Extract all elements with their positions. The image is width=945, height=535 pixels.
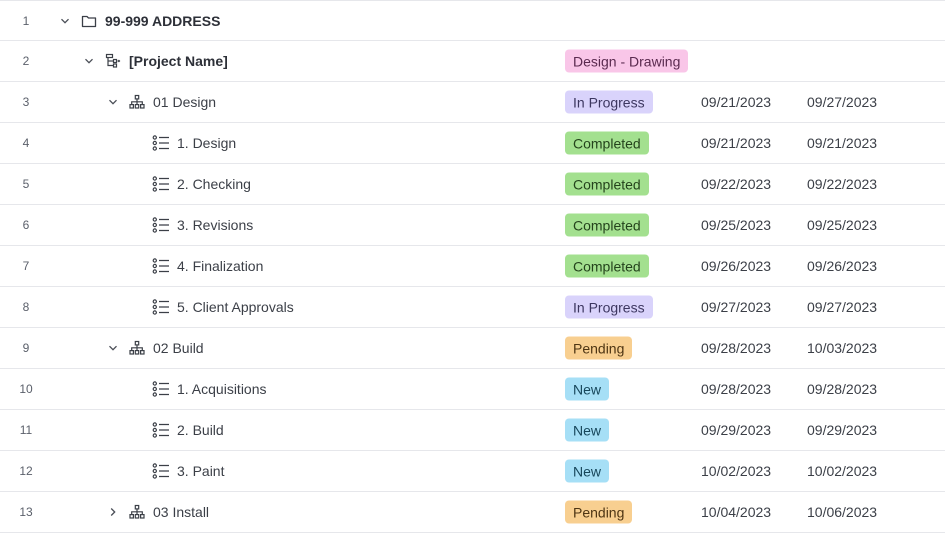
table-row[interactable]: 5 2. Checking Completed 09/22/2023 09/22…	[0, 164, 945, 205]
start-date[interactable]: 09/28/2023	[701, 369, 771, 409]
row-label[interactable]: 03 Install	[153, 492, 209, 532]
end-date[interactable]: 09/26/2023	[807, 246, 877, 286]
row-number: 13	[19, 505, 33, 519]
table-row[interactable]: 12 3. Paint New 10/02/2023 10/02/2023	[0, 451, 945, 492]
row-label[interactable]: 2. Checking	[177, 164, 251, 204]
start-date[interactable]: 09/27/2023	[701, 287, 771, 327]
row-label[interactable]: 2. Build	[177, 410, 224, 450]
row-label[interactable]: 1. Design	[177, 123, 236, 163]
start-date[interactable]: 09/22/2023	[701, 164, 771, 204]
row-label[interactable]: 5. Client Approvals	[177, 287, 294, 327]
status-badge[interactable]: Completed	[565, 172, 649, 196]
table-row[interactable]: 11 2. Build New 09/29/2023 09/29/2023	[0, 410, 945, 451]
status-badge[interactable]: Completed	[565, 213, 649, 237]
chevron-right-icon[interactable]	[106, 492, 120, 532]
start-date[interactable]: 09/26/2023	[701, 246, 771, 286]
row-number: 12	[19, 464, 33, 478]
chevron-down-icon[interactable]	[106, 328, 120, 368]
end-date[interactable]: 09/22/2023	[807, 164, 877, 204]
row-number: 1	[22, 13, 30, 28]
start-date[interactable]: 09/28/2023	[701, 328, 771, 368]
status-badge[interactable]: In Progress	[565, 90, 653, 114]
row-label[interactable]: 01 Design	[153, 82, 216, 122]
table-row[interactable]: 8 5. Client Approvals In Progress 09/27/…	[0, 287, 945, 328]
row-label[interactable]: 99-999 ADDRESS	[105, 1, 220, 40]
status-badge[interactable]: Design - Drawing	[565, 49, 689, 73]
row-label[interactable]: 4. Finalization	[177, 246, 263, 286]
row-number: 5	[22, 177, 30, 191]
row-number: 4	[22, 136, 30, 150]
table-row[interactable]: 10 1. Acquisitions New 09/28/2023 09/28/…	[0, 369, 945, 410]
end-date[interactable]: 09/27/2023	[807, 287, 877, 327]
table-row[interactable]: 9 02 Build Pending 09/28/2023 10/03/2023	[0, 328, 945, 369]
end-date[interactable]: 09/25/2023	[807, 205, 877, 245]
chevron-down-icon[interactable]	[82, 41, 96, 81]
status-badge[interactable]: New	[565, 377, 610, 401]
status-badge[interactable]: In Progress	[565, 295, 653, 319]
start-date[interactable]: 09/29/2023	[701, 410, 771, 450]
table-row[interactable]: 6 3. Revisions Completed 09/25/2023 09/2…	[0, 205, 945, 246]
row-number: 3	[22, 95, 30, 109]
table-row[interactable]: 13 03 Install Pending 10/04/2023 10/06/2…	[0, 492, 945, 533]
task-list-icon	[152, 287, 170, 327]
status-badge[interactable]: Pending	[565, 336, 633, 360]
start-date[interactable]: 09/25/2023	[701, 205, 771, 245]
task-list-icon	[152, 123, 170, 163]
hierarchy-icon	[128, 328, 146, 368]
table-row[interactable]: 3 01 Design In Progress 09/21/2023 09/27…	[0, 82, 945, 123]
task-list-icon	[152, 369, 170, 409]
start-date[interactable]: 09/21/2023	[701, 123, 771, 163]
row-number: 7	[22, 259, 30, 273]
status-badge[interactable]: New	[565, 418, 610, 442]
row-label[interactable]: [Project Name]	[129, 41, 228, 81]
start-date[interactable]: 10/04/2023	[701, 492, 771, 532]
status-badge[interactable]: Pending	[565, 500, 633, 524]
task-list-icon	[152, 451, 170, 491]
end-date[interactable]: 10/02/2023	[807, 451, 877, 491]
status-badge[interactable]: Completed	[565, 131, 649, 155]
end-date[interactable]: 09/28/2023	[807, 369, 877, 409]
chevron-down-icon[interactable]	[58, 1, 72, 40]
row-label[interactable]: 1. Acquisitions	[177, 369, 267, 409]
row-number: 2	[22, 54, 30, 68]
task-list-icon	[152, 205, 170, 245]
row-label[interactable]: 3. Revisions	[177, 205, 253, 245]
row-number: 9	[22, 341, 30, 355]
end-date[interactable]: 09/27/2023	[807, 82, 877, 122]
task-list-icon	[152, 164, 170, 204]
row-number: 8	[22, 300, 30, 314]
status-badge[interactable]: New	[565, 459, 610, 483]
row-label[interactable]: 3. Paint	[177, 451, 224, 491]
start-date[interactable]: 09/21/2023	[701, 82, 771, 122]
end-date[interactable]: 09/29/2023	[807, 410, 877, 450]
table-row[interactable]: 4 1. Design Completed 09/21/2023 09/21/2…	[0, 123, 945, 164]
row-number: 6	[22, 218, 30, 232]
end-date[interactable]: 10/03/2023	[807, 328, 877, 368]
hierarchy-icon	[128, 492, 146, 532]
table-row[interactable]: 2 [Project Name] Design - Drawing	[0, 41, 945, 82]
folder-icon	[80, 1, 98, 40]
row-number: 10	[19, 382, 33, 396]
table-row[interactable]: 1 99-999 ADDRESS	[0, 0, 945, 41]
task-list-icon	[152, 410, 170, 450]
row-number: 11	[19, 423, 33, 437]
project-icon	[104, 41, 122, 81]
table-row[interactable]: 7 4. Finalization Completed 09/26/2023 0…	[0, 246, 945, 287]
end-date[interactable]: 09/21/2023	[807, 123, 877, 163]
hierarchy-icon	[128, 82, 146, 122]
row-label[interactable]: 02 Build	[153, 328, 204, 368]
chevron-down-icon[interactable]	[106, 82, 120, 122]
task-list-icon	[152, 246, 170, 286]
end-date[interactable]: 10/06/2023	[807, 492, 877, 532]
start-date[interactable]: 10/02/2023	[701, 451, 771, 491]
task-grid: 1 99-999 ADDRESS 2 [Project Name] Design…	[0, 0, 945, 533]
status-badge[interactable]: Completed	[565, 254, 649, 278]
